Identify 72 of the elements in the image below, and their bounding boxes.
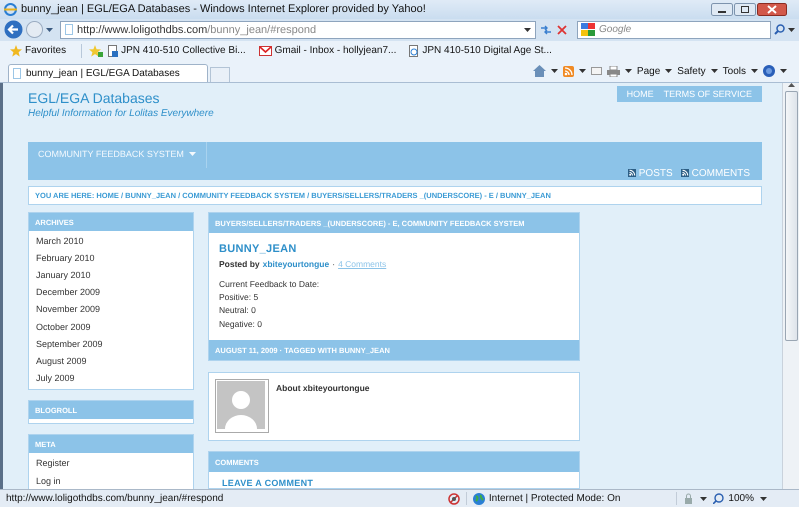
caret-icon[interactable] xyxy=(550,69,558,74)
maximize-icon[interactable] xyxy=(734,2,756,16)
back-icon[interactable] xyxy=(4,20,23,40)
globe-icon xyxy=(472,492,485,505)
section-heading: LEAVE A COMMENT xyxy=(221,477,314,488)
caret-icon[interactable] xyxy=(46,28,53,32)
search-box[interactable]: Google xyxy=(577,20,771,39)
post-title[interactable]: BUNNY_JEAN xyxy=(219,242,569,255)
page-icon xyxy=(13,68,21,79)
separator: · xyxy=(332,258,336,269)
favorites-button[interactable]: Favorites xyxy=(10,44,66,57)
byline-label: Posted by xyxy=(219,258,260,269)
zoom-icon xyxy=(713,493,724,504)
window-title: bunny_jean | EGL/EGA Databases - Windows Internet Explorer provided by Yahoo! xyxy=(21,3,427,16)
sidebar-link[interactable]: November 2009 xyxy=(36,301,186,319)
sidebar-link[interactable]: Register xyxy=(36,455,186,473)
author-link[interactable]: xbiteyourtongue xyxy=(262,258,330,269)
mail-icon[interactable] xyxy=(590,67,602,76)
sidebar-link[interactable]: December 2009 xyxy=(36,284,186,302)
status-url: http://www.loligothdbs.com/bunny_jean/#respond xyxy=(6,493,224,504)
close-icon[interactable] xyxy=(757,2,787,16)
caret-icon[interactable] xyxy=(524,28,531,32)
post-text: Negative: 0 xyxy=(219,318,263,331)
feed-icon xyxy=(628,169,636,178)
sidebar-link[interactable]: February 2010 xyxy=(36,250,186,268)
caret-icon[interactable] xyxy=(578,69,586,74)
browser-tab[interactable]: bunny_jean | EGL/EGA Databases xyxy=(8,64,208,82)
caret-icon[interactable] xyxy=(760,496,767,501)
search-engine-icon xyxy=(581,23,595,36)
privacy-icon xyxy=(448,492,460,505)
menu-button[interactable]: Tools xyxy=(722,66,746,77)
site-tagline: Helpful Information for Lolitas Everywhere xyxy=(28,108,214,119)
security-zone[interactable]: Internet | Protected Mode: On xyxy=(472,492,620,505)
zoom-button[interactable]: 100% xyxy=(713,493,754,504)
minimize-icon[interactable] xyxy=(711,2,733,16)
sidebar-link[interactable]: August 2009 xyxy=(36,352,186,370)
feed-icon xyxy=(680,169,689,178)
author-about: About xbiteyourtongue xyxy=(276,383,370,396)
caret-icon[interactable] xyxy=(788,28,795,32)
menu-button[interactable]: Page xyxy=(636,66,660,77)
post-text: Positive: 5 xyxy=(219,291,260,304)
sidebar-link[interactable]: September 2009 xyxy=(36,336,186,353)
help-icon[interactable] xyxy=(763,65,775,78)
home-icon[interactable] xyxy=(532,65,546,78)
page-icon xyxy=(65,24,73,36)
caret-icon[interactable] xyxy=(751,69,758,74)
sidebar-link[interactable]: March 2010 xyxy=(36,232,186,250)
star-icon xyxy=(10,44,22,57)
sidebar-link[interactable]: July 2009 xyxy=(36,370,186,388)
sidebar-link[interactable]: Log in xyxy=(36,472,186,490)
post-text: Neutral: 0 xyxy=(219,304,257,318)
add-favorite-icon[interactable] xyxy=(89,44,104,57)
print-icon[interactable] xyxy=(606,66,620,77)
caret-icon[interactable] xyxy=(624,69,632,74)
menu-button[interactable]: Safety xyxy=(677,66,706,77)
search-icon[interactable] xyxy=(774,24,785,36)
sidebar-link[interactable]: January 2010 xyxy=(36,267,186,284)
refresh-icon[interactable] xyxy=(539,24,553,36)
caret-icon[interactable] xyxy=(665,69,672,74)
post-text: Current Feedback to Date: xyxy=(219,278,320,291)
caret-icon[interactable] xyxy=(700,496,708,501)
favorite-link[interactable]: JPN 410-510 Collective Bi... xyxy=(108,44,246,57)
caret-icon[interactable] xyxy=(780,69,787,74)
sidebar-link[interactable]: October 2009 xyxy=(36,318,186,336)
address-field[interactable]: http://www.loligothdbs.com/bunny_jean/#respond xyxy=(60,20,536,39)
page-icon xyxy=(409,44,420,57)
stop-icon[interactable] xyxy=(556,24,568,36)
mail-icon xyxy=(258,46,272,56)
favorite-link[interactable]: Gmail - Inbox - hollyjean7... xyxy=(258,45,396,56)
page-icon xyxy=(108,44,118,57)
favorite-link[interactable]: JPN 410-510 Digital Age St... xyxy=(409,44,552,57)
caret-icon[interactable] xyxy=(710,69,718,74)
